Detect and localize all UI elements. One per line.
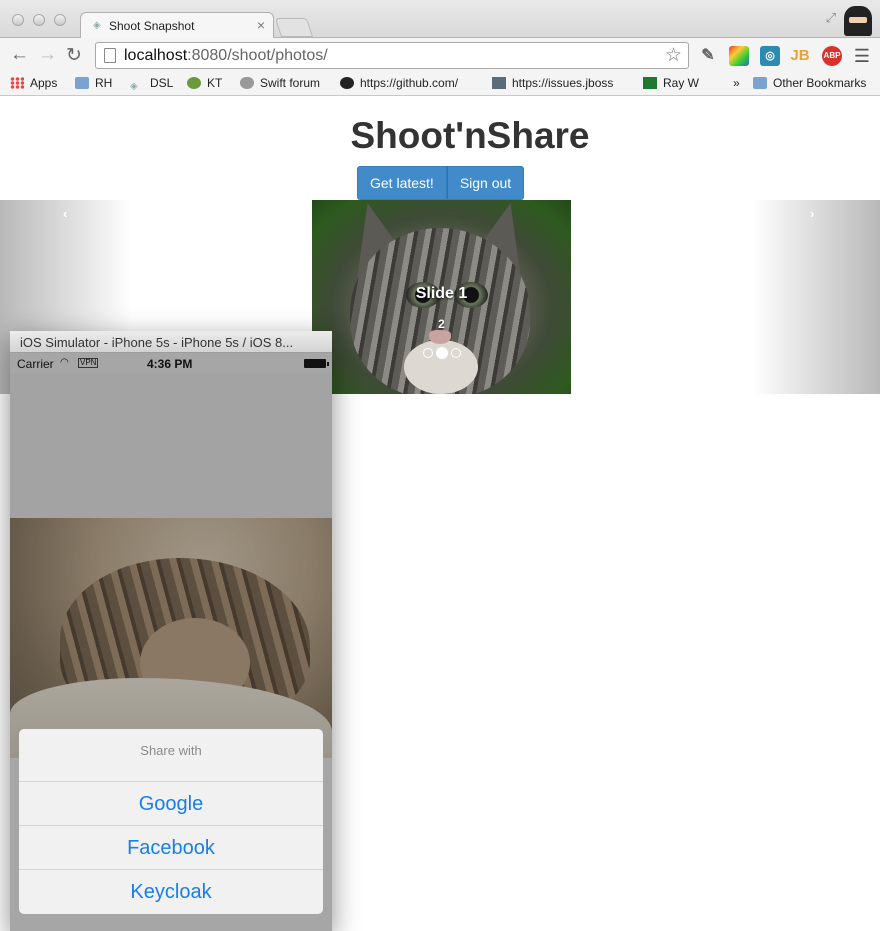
carousel-indicators xyxy=(423,347,461,359)
chevron-left-icon: ‹ xyxy=(63,206,68,221)
new-tab-button[interactable] xyxy=(274,18,314,37)
close-tab-icon[interactable]: × xyxy=(257,17,265,33)
simulator-title-bar[interactable]: iOS Simulator - iPhone 5s - iPhone 5s / … xyxy=(10,331,332,353)
url-text[interactable]: localhost:8080/shoot/photos/ xyxy=(124,47,328,65)
page-icon xyxy=(104,48,116,63)
page-title: Shoot'nShare xyxy=(350,115,590,156)
cat-nose xyxy=(429,330,451,344)
bookmark-label: https://issues.jboss xyxy=(512,76,614,90)
chrome-menu-icon[interactable]: ☰ xyxy=(854,46,870,67)
bookmark-label: KT xyxy=(207,76,223,90)
carrier-label: Carrier xyxy=(17,357,54,371)
slide-caption: Slide 1 xyxy=(415,285,468,302)
bookmark-apps[interactable]: Apps xyxy=(10,76,57,90)
slide-caption-sub: 2 xyxy=(438,317,445,331)
bookmark-github[interactable]: https://github.com/ xyxy=(340,76,458,90)
simulator-title: iOS Simulator - iPhone 5s - iPhone 5s / … xyxy=(20,335,294,350)
address-bar[interactable]: localhost:8080/shoot/photos/ ☆ xyxy=(95,42,689,69)
raywenderlich-icon xyxy=(643,77,657,89)
vpn-badge: VPN xyxy=(78,358,99,368)
share-facebook-button[interactable]: Facebook xyxy=(19,826,323,870)
eyedropper-icon[interactable]: ✎ xyxy=(698,46,718,66)
forward-arrow-icon[interactable]: → xyxy=(38,44,57,66)
bookmark-other[interactable]: Other Bookmarks xyxy=(753,76,866,90)
photo-dim-overlay xyxy=(10,518,332,758)
apps-grid-icon xyxy=(10,77,24,89)
share-google-button[interactable]: Google xyxy=(19,782,323,826)
swirl-icon[interactable]: ◎ xyxy=(760,46,780,66)
wifi-icon: ◠ xyxy=(60,357,69,368)
github-icon xyxy=(340,77,354,89)
bookmark-label: Swift forum xyxy=(260,76,321,90)
bookmark-swift-forum[interactable]: Swift forum xyxy=(240,76,320,90)
close-window-button[interactable] xyxy=(12,14,24,26)
page-favicon-icon: ◈ xyxy=(93,20,101,31)
apple-icon xyxy=(240,77,254,89)
fullscreen-icon[interactable]: ⤢ xyxy=(826,10,836,26)
share-action-sheet: Share with Google Facebook Keycloak xyxy=(19,729,323,914)
browser-tab-bar: ◈ Shoot Snapshot × ⤢ xyxy=(0,0,880,39)
carousel-indicator[interactable] xyxy=(451,348,461,358)
status-time: 4:36 PM xyxy=(147,357,193,371)
zoom-window-button[interactable] xyxy=(54,14,66,26)
dimmed-app-area xyxy=(10,373,332,518)
share-sheet-title: Share with xyxy=(19,729,323,782)
carousel-indicator-active[interactable] xyxy=(436,347,448,359)
user-profile-avatar[interactable] xyxy=(844,6,872,36)
browser-toolbar: ← → ↻ localhost:8080/shoot/photos/ ☆ ✎ ◎… xyxy=(0,38,880,72)
bookmark-star-icon[interactable]: ☆ xyxy=(665,44,682,67)
kotlin-icon xyxy=(187,77,201,89)
jboss-icon xyxy=(492,77,506,89)
bookmark-label: Other Bookmarks xyxy=(773,76,867,90)
jb-icon[interactable]: JB xyxy=(790,46,810,66)
folder-icon xyxy=(75,77,89,89)
bookmark-label: RH xyxy=(95,76,113,90)
bookmark-label: https://github.com/ xyxy=(360,76,459,90)
bookmark-kt[interactable]: KT xyxy=(187,76,222,90)
carousel-next-button[interactable]: › xyxy=(752,200,880,394)
bookmark-label: Ray W xyxy=(663,76,699,90)
browser-tab[interactable]: ◈ Shoot Snapshot × xyxy=(80,12,274,39)
bookmark-ray-w[interactable]: Ray W xyxy=(643,76,699,90)
tab-title: Shoot Snapshot xyxy=(109,19,195,33)
get-latest-button[interactable]: Get latest! xyxy=(357,166,447,200)
ios-simulator-window: iOS Simulator - iPhone 5s - iPhone 5s / … xyxy=(10,331,332,931)
web-icon: ◈ xyxy=(130,81,138,92)
folder-icon xyxy=(753,77,767,89)
carousel-indicator[interactable] xyxy=(423,348,433,358)
colorzilla-icon[interactable] xyxy=(729,46,749,66)
sign-out-button[interactable]: Sign out xyxy=(446,166,525,200)
bookmark-jboss-issues[interactable]: https://issues.jboss xyxy=(492,76,613,90)
action-button-group: Get latest! Sign out xyxy=(357,166,525,200)
bookmark-dsl[interactable]: ◈ DSL xyxy=(130,76,173,93)
adblock-icon[interactable]: ABP xyxy=(822,46,842,66)
bookmark-label: DSL xyxy=(150,76,174,90)
share-keycloak-button[interactable]: Keycloak xyxy=(19,870,323,914)
battery-icon xyxy=(304,359,329,368)
minimize-window-button[interactable] xyxy=(33,14,45,26)
chevron-right-icon: › xyxy=(810,206,815,221)
reload-icon[interactable]: ↻ xyxy=(66,44,82,67)
bookmark-rh[interactable]: RH xyxy=(75,76,112,90)
back-arrow-icon[interactable]: ← xyxy=(10,44,29,66)
ios-status-bar: Carrier ◠ VPN 4:36 PM xyxy=(10,353,332,373)
url-host: localhost xyxy=(124,47,188,64)
url-path: :8080/shoot/photos/ xyxy=(187,47,328,64)
bookmark-label: Apps xyxy=(30,76,58,90)
screen: { "browser": { "tab_title": "Shoot Snaps… xyxy=(0,0,880,931)
bookmarks-overflow-button[interactable]: » xyxy=(733,76,740,90)
bookmarks-bar: Apps RH ◈ DSL KT Swift forum https://gith… xyxy=(0,72,880,96)
